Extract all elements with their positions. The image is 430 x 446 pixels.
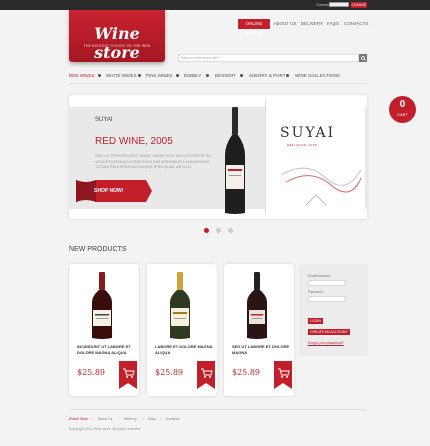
add-to-cart-button[interactable] [197,361,215,389]
product-card[interactable]: INCIDIDUNT UT LABORE ET DOLORE MAGNA ALI… [69,264,139,396]
product-price: $25.89 [77,368,105,377]
search-button[interactable] [359,54,367,62]
nav-contacts[interactable]: CONTACTS [344,19,368,29]
product-bottle-image[interactable] [246,272,268,340]
footer-link-delivery[interactable]: Delivery [124,417,137,421]
label-swirl-graphic [280,167,362,206]
shop-now-button[interactable]: SHOP NOW! [94,188,123,194]
nav-faqs[interactable]: FAQS [326,19,340,29]
label-sub-text: RED WINE 2005 [287,143,318,147]
separator-dot [138,74,141,77]
slider-dot[interactable] [228,228,233,233]
separator-dot [286,74,289,77]
product-name[interactable]: SED UT LABORE ET DOLORE MAGNA [232,344,290,355]
product-card[interactable]: SED UT LABORE ET DOLORE MAGNA $25.89 [224,264,294,396]
search-input[interactable]: Search entire store here [178,54,359,62]
section-title: NEW PRODUCTS [69,246,127,253]
logo[interactable]: Wine store THE BIGGEST CHOICE ON THE WEB [69,10,165,62]
footer-separator: | [142,417,143,421]
nav-online-store[interactable]: ONLINE STORE [238,19,270,36]
product-name[interactable]: LABORE ET DOLORE MAGNA ALIQUA [155,344,213,355]
slide-title: RED WINE, 2005 [95,136,173,147]
category-red-wines[interactable]: RED WINES [69,73,95,78]
slide-description: SED UT PERSPICIATIS UNDE OMNIS ISTE NATU… [95,153,212,169]
logo-title: Wine store [94,24,140,62]
product-bottle-image[interactable] [91,272,113,340]
login-button[interactable]: LOGIN [308,318,323,324]
category-dessert[interactable]: DESSERT [215,73,236,78]
label-brand-text: SUYAI [280,125,336,141]
logo-subtitle: THE BIGGEST CHOICE ON THE WEB [83,44,151,48]
change-currency-button[interactable]: CHANGE [351,2,367,8]
slider-dot[interactable] [204,228,209,233]
currency-select[interactable] [329,2,349,7]
category-pink-wines[interactable]: PINK WINES [146,73,173,78]
nav-about-us[interactable]: ABOUT US [273,19,297,29]
separator-dot [98,74,101,77]
footer-separator: | [118,417,119,421]
separator-dot [206,74,209,77]
category-wine-collections[interactable]: WINE COLLECTIONS [295,73,340,78]
footer-link-contacts[interactable]: Contacts [166,417,180,421]
product-price: $25.89 [155,368,183,377]
product-name[interactable]: INCIDIDUNT UT LABORE ET DOLORE MAGNA ALI… [77,344,135,355]
divider [69,83,367,84]
cart-label: CART [397,112,408,117]
nav-delivery[interactable]: DELIVERY [300,19,324,29]
slider-dot[interactable] [216,228,221,233]
cart-count: 0 [399,99,406,110]
cart-button[interactable]: 0 CART [389,96,416,123]
product-card[interactable]: LABORE ET DOLORE MAGNA ALIQUA $25.89 [147,264,217,396]
forgot-password-link[interactable]: Forgot your password? [308,341,344,345]
category-bubbly[interactable]: BUBBLY [184,73,201,78]
product-price: $25.89 [232,368,260,377]
add-to-cart-button[interactable] [119,361,137,389]
footer-separator: | [92,417,93,421]
footer-divider [69,409,367,410]
search-icon [360,55,366,61]
wine-bottle-image [225,107,245,214]
product-bottle-image[interactable] [169,272,191,340]
separator-dot [240,74,243,77]
footer-link-about-us[interactable]: About Us [98,417,112,421]
slide-brand: SUYAI [95,117,113,123]
footer-separator: | [160,417,161,421]
create-account-button[interactable]: CREATE AN ACCOUNT [308,329,350,335]
category-white-wines[interactable]: WHITE WINES [106,73,137,78]
email-label: Email Address [308,274,331,278]
email-field[interactable] [308,280,346,286]
copyright-text: Copyright 2012 Wine store. All rights re… [69,427,142,431]
separator-dot [176,74,179,77]
password-label: Password [308,290,324,294]
footer-link-online-store[interactable]: Online Store [69,417,88,421]
footer-link-faqs[interactable]: Faqs [148,417,156,421]
password-field[interactable] [308,296,346,302]
category-sherry-port[interactable]: SHERRY & PORT [249,73,286,78]
add-to-cart-button[interactable] [274,361,292,389]
wine-label-image [265,100,365,215]
